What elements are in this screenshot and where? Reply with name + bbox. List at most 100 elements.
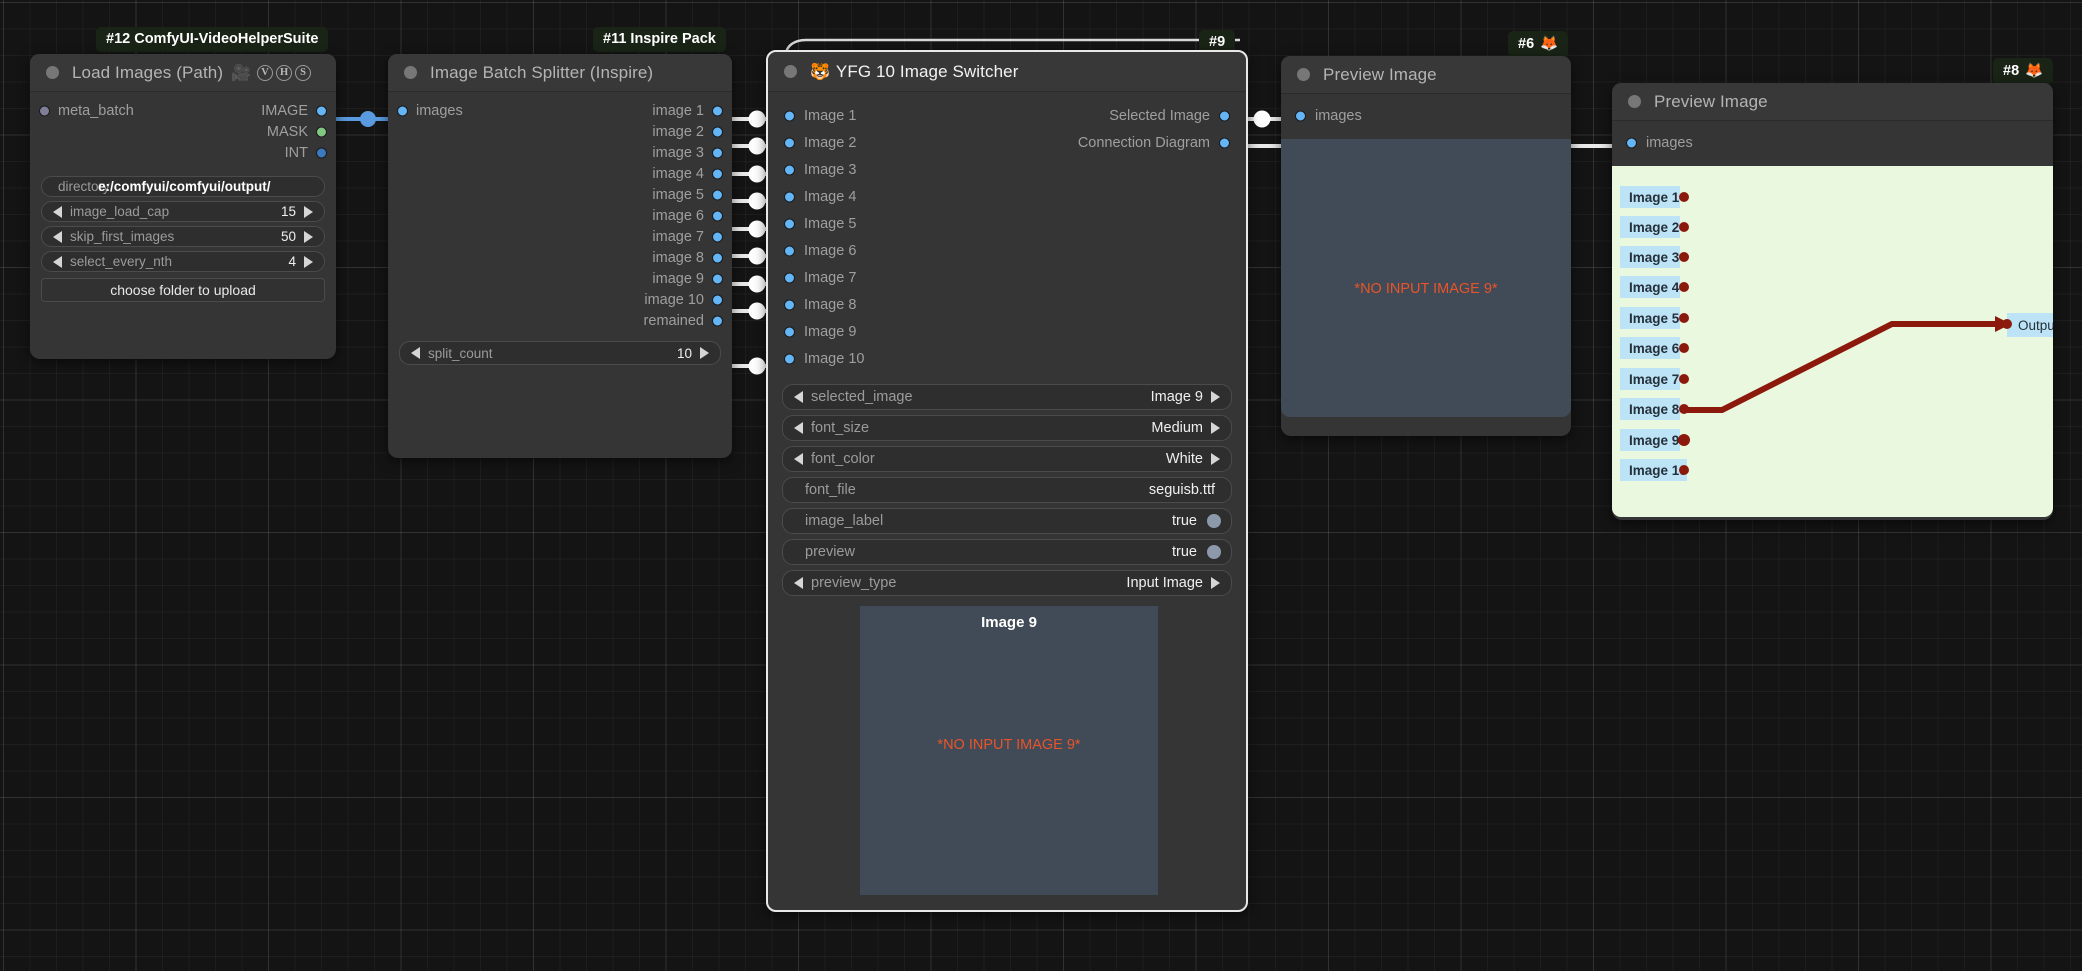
- node-title-yfg-switcher: YFG 10 Image Switcher: [835, 61, 1019, 81]
- widget-font-file[interactable]: font_file seguisb.ttf: [782, 477, 1232, 503]
- output-dot-selected-image[interactable]: [1219, 110, 1230, 121]
- output-dot-int[interactable]: [316, 147, 327, 158]
- widget-value-font-color: White: [1165, 451, 1203, 467]
- collapse-dot-icon[interactable]: [1628, 95, 1641, 108]
- widget-split-count[interactable]: split_count 10: [399, 341, 721, 365]
- widget-select-every-nth[interactable]: select_every_nth 4: [41, 251, 325, 272]
- widget-font-color[interactable]: font_color White: [782, 446, 1232, 472]
- increment-arrow-icon[interactable]: [700, 347, 709, 359]
- node-badge-6-label: #6: [1518, 35, 1535, 52]
- collapse-dot-icon[interactable]: [46, 66, 59, 79]
- next-arrow-icon[interactable]: [1211, 391, 1220, 403]
- input-dot-image-1[interactable]: [784, 110, 795, 121]
- output-dot-image-6[interactable]: [712, 210, 723, 221]
- toggle-knob-image-label[interactable]: [1207, 514, 1221, 528]
- node-body-preview-6: images *NO INPUT IMAGE 9*: [1281, 94, 1571, 417]
- node-header-yfg-switcher[interactable]: 🐯 YFG 10 Image Switcher: [768, 52, 1246, 92]
- input-dot-image-8[interactable]: [784, 299, 795, 310]
- input-dot-image-2[interactable]: [784, 137, 795, 148]
- toggle-knob-preview[interactable]: [1207, 545, 1221, 559]
- decrement-arrow-icon[interactable]: [53, 230, 62, 243]
- slot-row: images: [1281, 102, 1571, 129]
- increment-arrow-icon[interactable]: [304, 255, 313, 268]
- output-dot-remained[interactable]: [712, 315, 723, 326]
- input-dot-image-4[interactable]: [784, 191, 795, 202]
- widget-value-select-every-nth: 4: [288, 254, 296, 269]
- next-arrow-icon[interactable]: [1211, 577, 1220, 589]
- diagram-item-label: Image 5: [1629, 310, 1680, 326]
- slot-row: Image 8: [768, 291, 1246, 318]
- widget-value-selected-image: Image 9: [1150, 389, 1203, 405]
- node-load-images-path[interactable]: Load Images (Path) 🎥 V H S meta_batch IM…: [30, 54, 336, 359]
- prev-arrow-icon[interactable]: [794, 453, 803, 465]
- diagram-item-image-4: Image 4: [1620, 276, 1680, 298]
- output-dot-mask[interactable]: [316, 126, 327, 137]
- widget-preview-type[interactable]: preview_type Input Image: [782, 570, 1232, 596]
- collapse-dot-icon[interactable]: [1297, 68, 1310, 81]
- input-label-images: images: [416, 102, 463, 119]
- node-graph-canvas[interactable]: #12 ComfyUI-VideoHelperSuite Load Images…: [0, 0, 2082, 971]
- node-preview-image-8[interactable]: Preview Image images Image 1 Image 2 Ima…: [1612, 83, 2053, 520]
- output-dot-connection-diagram[interactable]: [1219, 137, 1230, 148]
- decrement-arrow-icon[interactable]: [53, 205, 62, 218]
- input-dot-image-9[interactable]: [784, 326, 795, 337]
- input-dot-images[interactable]: [1295, 110, 1306, 121]
- increment-arrow-icon[interactable]: [304, 230, 313, 243]
- output-dot-image-1[interactable]: [712, 105, 723, 116]
- input-dot-image-5[interactable]: [784, 218, 795, 229]
- prev-arrow-icon[interactable]: [794, 577, 803, 589]
- output-dot-image-3[interactable]: [712, 147, 723, 158]
- input-label-image-9: Image 9: [804, 323, 857, 340]
- input-dot-image-10[interactable]: [784, 353, 795, 364]
- node-image-batch-splitter[interactable]: Image Batch Splitter (Inspire) images im…: [388, 54, 732, 458]
- output-dot-image-4[interactable]: [712, 168, 723, 179]
- decrement-arrow-icon[interactable]: [411, 347, 420, 359]
- output-dot-image-5[interactable]: [712, 189, 723, 200]
- input-dot-image-6[interactable]: [784, 245, 795, 256]
- slot-row: image 9: [388, 268, 732, 289]
- output-dot-image-7[interactable]: [712, 231, 723, 242]
- input-dot-image-3[interactable]: [784, 164, 795, 175]
- node-header-preview-8[interactable]: Preview Image: [1612, 83, 2053, 121]
- diagram-dot-image-2: [1679, 222, 1689, 232]
- choose-folder-label: choose folder to upload: [110, 282, 256, 298]
- output-label-image-4: image 4: [652, 165, 704, 182]
- node-header-load-images[interactable]: Load Images (Path) 🎥 V H S: [30, 54, 336, 92]
- widget-preview[interactable]: preview true: [782, 539, 1232, 565]
- output-dot-image-9[interactable]: [712, 273, 723, 284]
- node-body-yfg-switcher: Image 1 Selected Image Image 2 Connectio…: [768, 92, 1246, 905]
- collapse-dot-icon[interactable]: [784, 65, 797, 78]
- widget-selected-image[interactable]: selected_image Image 9: [782, 384, 1232, 410]
- node-preview-image-6[interactable]: Preview Image images *NO INPUT IMAGE 9*: [1281, 56, 1571, 436]
- input-label-images: images: [1646, 134, 1693, 151]
- next-arrow-icon[interactable]: [1211, 422, 1220, 434]
- output-label-image-1: image 1: [652, 102, 704, 119]
- output-dot-image-8[interactable]: [712, 252, 723, 263]
- input-dot-images[interactable]: [397, 105, 408, 116]
- slot-row: images: [1612, 129, 2053, 156]
- decrement-arrow-icon[interactable]: [53, 255, 62, 268]
- widget-font-size[interactable]: font_size Medium: [782, 415, 1232, 441]
- node-header-preview-6[interactable]: Preview Image: [1281, 56, 1571, 94]
- prev-arrow-icon[interactable]: [794, 422, 803, 434]
- output-dot-image-2[interactable]: [712, 126, 723, 137]
- movie-camera-icon: 🎥: [231, 64, 252, 82]
- node-header-batch-splitter[interactable]: Image Batch Splitter (Inspire): [388, 54, 732, 92]
- increment-arrow-icon[interactable]: [304, 205, 313, 218]
- choose-folder-to-upload-button[interactable]: choose folder to upload: [41, 278, 325, 302]
- node-title-batch-splitter: Image Batch Splitter (Inspire): [430, 62, 654, 82]
- collapse-dot-icon[interactable]: [404, 66, 417, 79]
- widget-image-label[interactable]: image_label true: [782, 508, 1232, 534]
- output-dot-image[interactable]: [316, 105, 327, 116]
- widget-directory[interactable]: directory e:/comfyui/comfyui/output/: [41, 176, 325, 197]
- input-dot-meta-batch[interactable]: [39, 105, 50, 116]
- node-yfg-10-image-switcher[interactable]: 🐯 YFG 10 Image Switcher Image 1 Selected…: [766, 50, 1248, 912]
- diagram-item-label: Image 1: [1629, 189, 1680, 205]
- output-dot-image-10[interactable]: [712, 294, 723, 305]
- prev-arrow-icon[interactable]: [794, 391, 803, 403]
- input-dot-images[interactable]: [1626, 137, 1637, 148]
- input-dot-image-7[interactable]: [784, 272, 795, 283]
- next-arrow-icon[interactable]: [1211, 453, 1220, 465]
- widget-image-load-cap[interactable]: image_load_cap 15: [41, 201, 325, 222]
- widget-skip-first-images[interactable]: skip_first_images 50: [41, 226, 325, 247]
